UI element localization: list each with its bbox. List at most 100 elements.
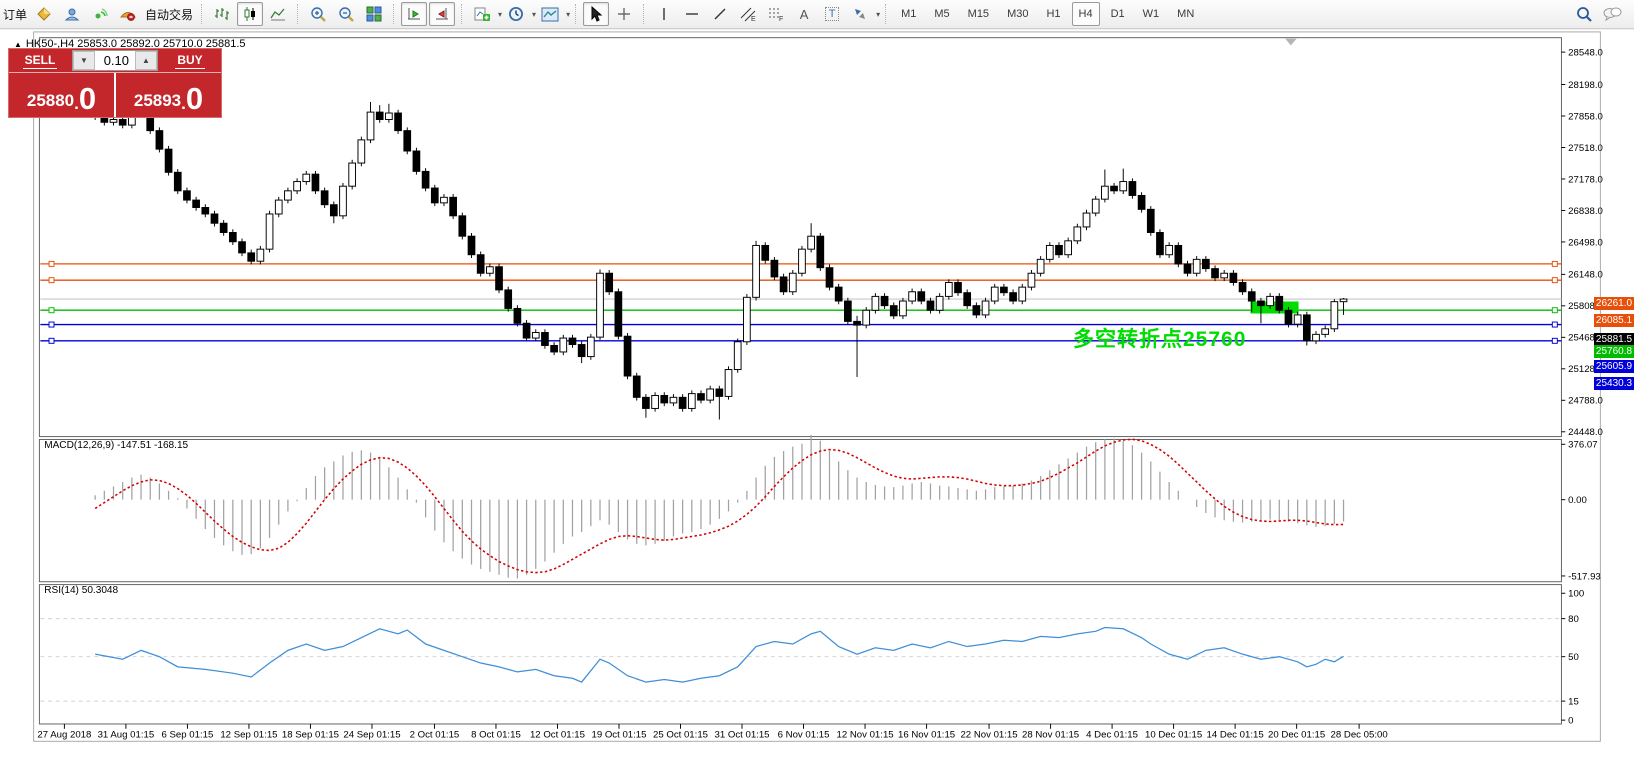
- price-badge-26261.0[interactable]: 26261.0: [1594, 296, 1634, 310]
- line-handle[interactable]: [48, 337, 55, 344]
- time-axis-label: 12 Oct 01:15: [530, 729, 585, 740]
- time-axis-label: 27 Aug 2018: [37, 729, 91, 740]
- volume-input[interactable]: 0.10: [95, 51, 135, 70]
- auto-scroll-icon[interactable]: [401, 2, 428, 26]
- candle-body: [862, 309, 871, 326]
- period-clock-icon[interactable]: [503, 2, 529, 26]
- price-badge-25605.9[interactable]: 25605.9: [1594, 359, 1634, 373]
- candle-body: [421, 170, 430, 189]
- candle-body: [908, 291, 916, 302]
- candle-body: [1293, 314, 1302, 325]
- price-tick-label: 24788.0: [1568, 396, 1603, 407]
- chart-canvas[interactable]: 28548.0 28198.0 27858.0 27518.0 27178.0 26838…: [0, 30, 1634, 773]
- candle-body: [798, 248, 806, 274]
- volume-decrease-button[interactable]: ▼: [73, 51, 95, 70]
- timeframe-h4[interactable]: H4: [1071, 2, 1100, 26]
- gem-icon[interactable]: [31, 2, 57, 26]
- price-badge-25430.3[interactable]: 25430.3: [1594, 376, 1634, 390]
- timeframe-mn[interactable]: MN: [1170, 2, 1201, 26]
- candle-body: [577, 344, 586, 358]
- candle-body: [724, 369, 733, 397]
- macd-scale-label: -517.93: [1568, 571, 1601, 582]
- add-indicator-icon[interactable]: [469, 2, 495, 26]
- line-handle[interactable]: [48, 321, 55, 328]
- candle-body: [247, 252, 256, 262]
- timeframe-w1[interactable]: W1: [1136, 2, 1167, 26]
- line-chart-icon[interactable]: [265, 2, 291, 26]
- line-handle[interactable]: [48, 277, 55, 284]
- zoom-in-icon[interactable]: [305, 2, 331, 26]
- line-handle[interactable]: [1551, 277, 1558, 284]
- price-badge-26085.1[interactable]: 26085.1: [1594, 313, 1634, 327]
- buy-button[interactable]: BUY: [159, 49, 221, 72]
- candle-body: [430, 187, 439, 204]
- order-button[interactable]: 订单: [3, 6, 27, 23]
- cursor-icon[interactable]: [583, 2, 610, 26]
- candle-body: [1330, 301, 1339, 330]
- candle-body: [816, 235, 825, 269]
- signals-icon[interactable]: [87, 2, 113, 26]
- line-handle[interactable]: [1551, 321, 1558, 328]
- auto-trading-icon[interactable]: [115, 2, 141, 26]
- toolbar-separator: [393, 4, 395, 24]
- fibonacci-icon[interactable]: F: [763, 2, 789, 26]
- candle-body: [265, 213, 274, 250]
- volume-increase-button[interactable]: ▲: [135, 51, 157, 70]
- candle-body: [210, 213, 219, 224]
- crosshair-icon[interactable]: [611, 2, 637, 26]
- line-handle[interactable]: [1551, 260, 1558, 267]
- candle-body: [990, 286, 999, 302]
- tile-windows-icon[interactable]: [361, 2, 387, 26]
- community-icon[interactable]: [59, 2, 85, 26]
- sell-button[interactable]: SELL: [9, 49, 71, 72]
- volume-spinner: ▼ 0.10 ▲: [72, 50, 158, 71]
- vertical-line-icon[interactable]: [651, 2, 677, 26]
- chevron-down-icon[interactable]: ▾: [876, 10, 880, 19]
- horizontal-line-icon[interactable]: [679, 2, 705, 26]
- text-label-icon[interactable]: A: [791, 2, 817, 26]
- candle-body: [715, 388, 724, 397]
- timeframe-m1[interactable]: M1: [894, 2, 923, 26]
- timeframe-m5[interactable]: M5: [927, 2, 956, 26]
- buy-price[interactable]: 25893. 0: [116, 73, 221, 117]
- search-icon[interactable]: [1571, 2, 1597, 26]
- candle-body: [476, 254, 485, 274]
- line-handle[interactable]: [48, 260, 55, 267]
- timeframe-m30[interactable]: M30: [1000, 2, 1035, 26]
- chevron-down-icon[interactable]: ▾: [532, 10, 536, 19]
- fib-f-glyph: F: [779, 16, 783, 22]
- candle-body: [1174, 244, 1183, 265]
- price-badge-25760.8[interactable]: 25760.8: [1594, 345, 1634, 359]
- timeframe-m15[interactable]: M15: [961, 2, 996, 26]
- pivot-annotation[interactable]: 多空转折点25760: [1073, 323, 1246, 353]
- arrows-shapes-icon[interactable]: [847, 2, 873, 26]
- candle-body: [1220, 272, 1229, 279]
- price-tick-label: 24448.0: [1568, 427, 1603, 438]
- candle-body: [366, 111, 375, 141]
- chart-shift-icon[interactable]: [429, 2, 456, 26]
- chevron-down-icon[interactable]: ▾: [566, 10, 570, 19]
- auto-trading-label[interactable]: 自动交易: [145, 6, 193, 23]
- candle-body: [385, 112, 393, 121]
- text-box-icon[interactable]: T: [819, 2, 845, 26]
- line-handle[interactable]: [1551, 307, 1558, 314]
- line-handle[interactable]: [1551, 337, 1558, 344]
- time-axis-label: 12 Sep 01:15: [220, 729, 277, 740]
- chevron-down-icon[interactable]: ▾: [498, 10, 502, 19]
- chat-icon[interactable]: [1599, 2, 1625, 26]
- candle-body: [834, 286, 843, 302]
- candlestick-chart-icon[interactable]: [237, 2, 264, 26]
- zoom-out-icon[interactable]: [333, 2, 359, 26]
- chart-template-icon[interactable]: [537, 2, 563, 26]
- candle-body: [1055, 244, 1063, 256]
- sell-price[interactable]: 25880. 0: [9, 73, 116, 117]
- timeframe-d1[interactable]: D1: [1104, 2, 1132, 26]
- line-handle[interactable]: [48, 307, 55, 314]
- equidistant-channel-icon[interactable]: E: [735, 2, 761, 26]
- timeframe-h1[interactable]: H1: [1039, 2, 1067, 26]
- bar-chart-icon[interactable]: [209, 2, 235, 26]
- trendline-icon[interactable]: [707, 2, 733, 26]
- main-toolbar: 订单 自动交易 ▾ ▾ ▾ E F A T ▾ M1 M5 M15 M30 H1…: [0, 0, 1634, 29]
- candle-body: [1027, 272, 1036, 288]
- candle-body: [687, 393, 696, 409]
